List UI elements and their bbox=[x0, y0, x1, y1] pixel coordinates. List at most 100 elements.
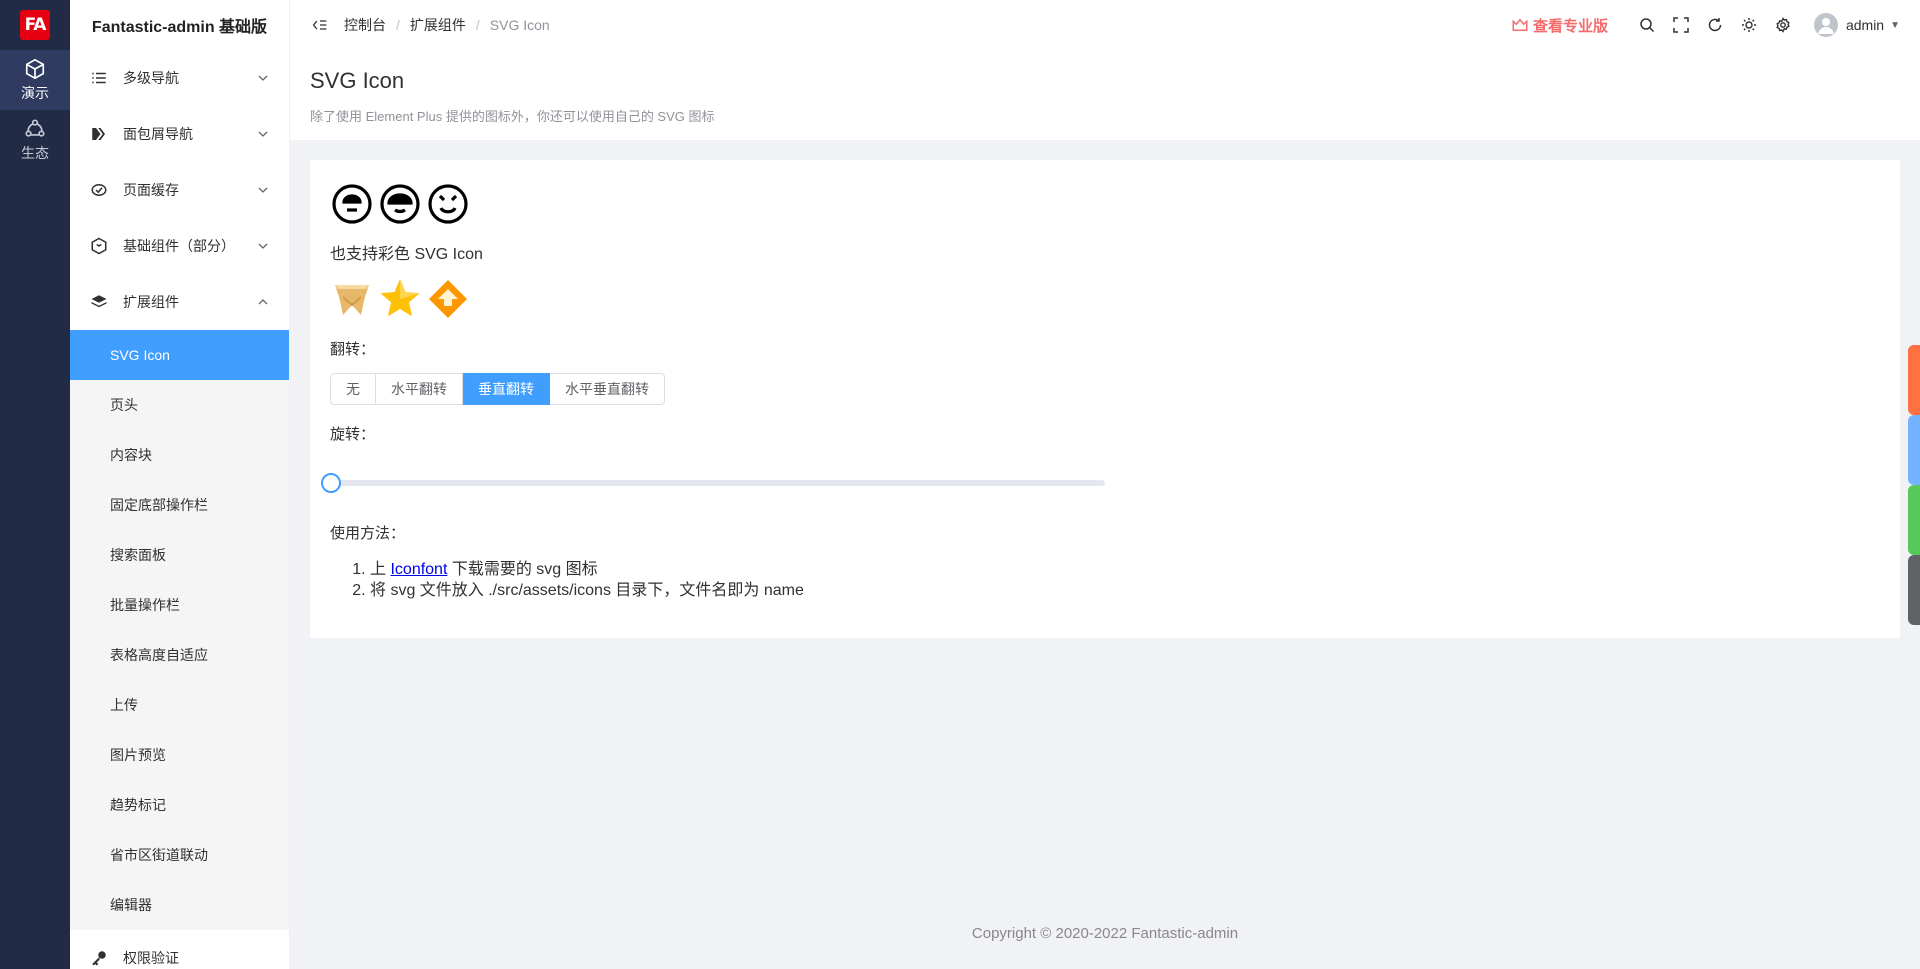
submenu-item-svg-icon[interactable]: SVG Icon bbox=[70, 330, 289, 380]
logo[interactable]: FA bbox=[20, 10, 50, 40]
page-description: 除了使用 Element Plus 提供的图标外，你还可以使用自己的 SVG 图… bbox=[310, 109, 715, 124]
chevron-down-icon bbox=[258, 187, 268, 193]
sidebar-item-label: 权限验证 bbox=[123, 950, 179, 966]
refresh-icon bbox=[1708, 18, 1722, 32]
main-nav-label: 生态 bbox=[21, 144, 49, 161]
usage-1-suffix: 下载需要的 svg 图标 bbox=[451, 561, 598, 578]
submenu-item-search-panel[interactable]: 搜索面板 bbox=[70, 530, 289, 580]
chevron-up-icon bbox=[258, 299, 268, 305]
sidebar-item-basic-components[interactable]: 基础组件（部分） bbox=[70, 218, 289, 274]
sidebar-item-label: 扩展组件 bbox=[123, 294, 179, 310]
star-color-icon bbox=[380, 279, 420, 317]
list-icon bbox=[90, 69, 108, 87]
sidebar-item-breadcrumb-nav[interactable]: 面包屑导航 bbox=[70, 106, 289, 162]
refresh-button[interactable] bbox=[1698, 8, 1732, 42]
submenu-item-fixed-action-bar[interactable]: 固定底部操作栏 bbox=[70, 480, 289, 530]
view-pro-link[interactable]: 查看专业版 bbox=[1511, 15, 1608, 36]
flip-option-horizontal[interactable]: 水平翻转 bbox=[376, 373, 463, 405]
cube-icon bbox=[25, 58, 45, 79]
theme-toggle-button[interactable] bbox=[1732, 8, 1766, 42]
sidebar-collapse-button[interactable] bbox=[310, 15, 330, 35]
submenu-item-page-header[interactable]: 页头 bbox=[70, 380, 289, 430]
flip-option-both[interactable]: 水平垂直翻转 bbox=[550, 373, 665, 405]
usage-label: 使用方法： bbox=[330, 525, 406, 542]
face-smile-icon bbox=[332, 184, 372, 224]
side-tab-green[interactable] bbox=[1908, 485, 1920, 555]
sidebar-item-label: 面包屑导航 bbox=[123, 126, 193, 142]
main-nav-demo[interactable]: 演示 bbox=[0, 50, 70, 110]
breadcrumb-icon bbox=[90, 125, 108, 143]
submenu-item-trend[interactable]: 趋势标记 bbox=[70, 780, 289, 830]
breadcrumb-item-current: SVG Icon bbox=[489, 17, 550, 33]
flip-option-none[interactable]: 无 bbox=[330, 373, 376, 405]
side-tabs bbox=[1908, 345, 1920, 625]
submenu-item-content-block[interactable]: 内容块 bbox=[70, 430, 289, 480]
submenu-item-region-cascade[interactable]: 省市区街道联动 bbox=[70, 830, 289, 880]
cache-icon bbox=[90, 181, 108, 199]
logo-area: FA bbox=[0, 0, 70, 50]
sidebar-item-permission[interactable]: 权限验证 bbox=[70, 930, 289, 969]
page-header: SVG Icon 除了使用 Element Plus 提供的图标外，你还可以使用… bbox=[290, 50, 1920, 140]
list-item: 上 Iconfont 下载需要的 svg 图标 bbox=[370, 559, 1880, 580]
side-tab-orange[interactable] bbox=[1908, 345, 1920, 415]
usage-1-prefix: 上 bbox=[370, 561, 387, 578]
page-title: SVG Icon bbox=[310, 68, 405, 93]
submenu-extended-components: SVG Icon 页头 内容块 固定底部操作栏 搜索面板 批量操作栏 表格高度自… bbox=[70, 330, 289, 930]
breadcrumb: 控制台 / 扩展组件 / SVG Icon bbox=[344, 15, 550, 35]
collapse-icon bbox=[312, 20, 327, 30]
main-nav-label: 演示 bbox=[21, 84, 49, 101]
footer-copyright: Copyright © 2020-2022 Fantastic-admin bbox=[971, 925, 1239, 942]
flip-radio-group: 无 水平翻转 垂直翻转 水平垂直翻转 bbox=[330, 373, 1880, 405]
search-button[interactable] bbox=[1630, 8, 1664, 42]
color-icon-row bbox=[330, 274, 1880, 324]
fullscreen-button[interactable] bbox=[1664, 8, 1698, 42]
breadcrumb-item-extended[interactable]: 扩展组件 bbox=[410, 15, 466, 35]
sidebar-item-multilevel-nav[interactable]: 多级导航 bbox=[70, 50, 289, 106]
side-tab-blue[interactable] bbox=[1908, 415, 1920, 485]
side-tab-gray[interactable] bbox=[1908, 555, 1920, 625]
iconfont-link[interactable]: Iconfont bbox=[390, 561, 447, 578]
breadcrumb-separator: / bbox=[475, 17, 480, 33]
topbar: 控制台 / 扩展组件 / SVG Icon 查看专业版 admin ▼ bbox=[290, 0, 1920, 50]
rotate-slider[interactable] bbox=[321, 473, 1105, 493]
sidebar-item-label: 页面缓存 bbox=[123, 182, 179, 198]
crown-color-icon bbox=[335, 285, 369, 315]
main-nav-ecosystem[interactable]: 生态 bbox=[0, 110, 70, 170]
sun-icon bbox=[1741, 18, 1756, 32]
username: admin bbox=[1845, 17, 1885, 33]
breadcrumb-item-dashboard[interactable]: 控制台 bbox=[344, 15, 386, 35]
component-icon bbox=[90, 237, 108, 255]
color-icon-label: 也支持彩色 SVG Icon bbox=[330, 246, 483, 263]
content-block: 也支持彩色 SVG Icon 翻转： 无 水平翻转 垂直翻转 水平垂直翻转 旋转… bbox=[310, 160, 1900, 638]
view-pro-label: 查看专业版 bbox=[1532, 17, 1608, 35]
fullscreen-icon bbox=[1673, 17, 1689, 33]
slider-handle[interactable] bbox=[321, 473, 341, 493]
flip-label: 翻转： bbox=[330, 341, 376, 358]
submenu-item-editor[interactable]: 编辑器 bbox=[70, 880, 289, 930]
usage-list: 上 Iconfont 下载需要的 svg 图标 将 svg 文件放入 ./src… bbox=[330, 559, 1880, 601]
chevron-down-icon bbox=[258, 243, 268, 249]
gear-icon bbox=[1776, 17, 1790, 33]
submenu-item-batch-action-bar[interactable]: 批量操作栏 bbox=[70, 580, 289, 630]
key-icon bbox=[90, 949, 108, 967]
avatar bbox=[1813, 13, 1838, 37]
main-sidebar: FA 演示 生态 bbox=[0, 0, 70, 969]
search-icon bbox=[1640, 18, 1654, 33]
sidebar-item-label: 基础组件（部分） bbox=[123, 238, 235, 254]
sidebar-item-page-cache[interactable]: 页面缓存 bbox=[70, 162, 289, 218]
arrow-color-icon bbox=[429, 280, 467, 318]
caret-down-icon: ▼ bbox=[1890, 19, 1900, 31]
topbar-tools: 查看专业版 admin ▼ bbox=[1511, 8, 1900, 42]
submenu-item-table-autoheight[interactable]: 表格高度自适应 bbox=[70, 630, 289, 680]
user-menu[interactable]: admin ▼ bbox=[1813, 13, 1900, 37]
flip-option-vertical[interactable]: 垂直翻转 bbox=[463, 373, 550, 405]
rotate-label: 旋转： bbox=[330, 426, 376, 443]
sidebar-item-extended-components[interactable]: 扩展组件 bbox=[70, 274, 289, 330]
chevron-down-icon bbox=[258, 131, 268, 137]
sub-sidebar: Fantastic-admin 基础版 多级导航 面包屑导航 页面缓存 基础组件… bbox=[70, 0, 290, 969]
submenu-item-upload[interactable]: 上传 bbox=[70, 680, 289, 730]
list-item: 将 svg 文件放入 ./src/assets/icons 目录下，文件名即为 … bbox=[370, 580, 1880, 601]
face-mushroom-icon bbox=[380, 184, 420, 224]
submenu-item-image-preview[interactable]: 图片预览 bbox=[70, 730, 289, 780]
settings-button[interactable] bbox=[1766, 8, 1800, 42]
